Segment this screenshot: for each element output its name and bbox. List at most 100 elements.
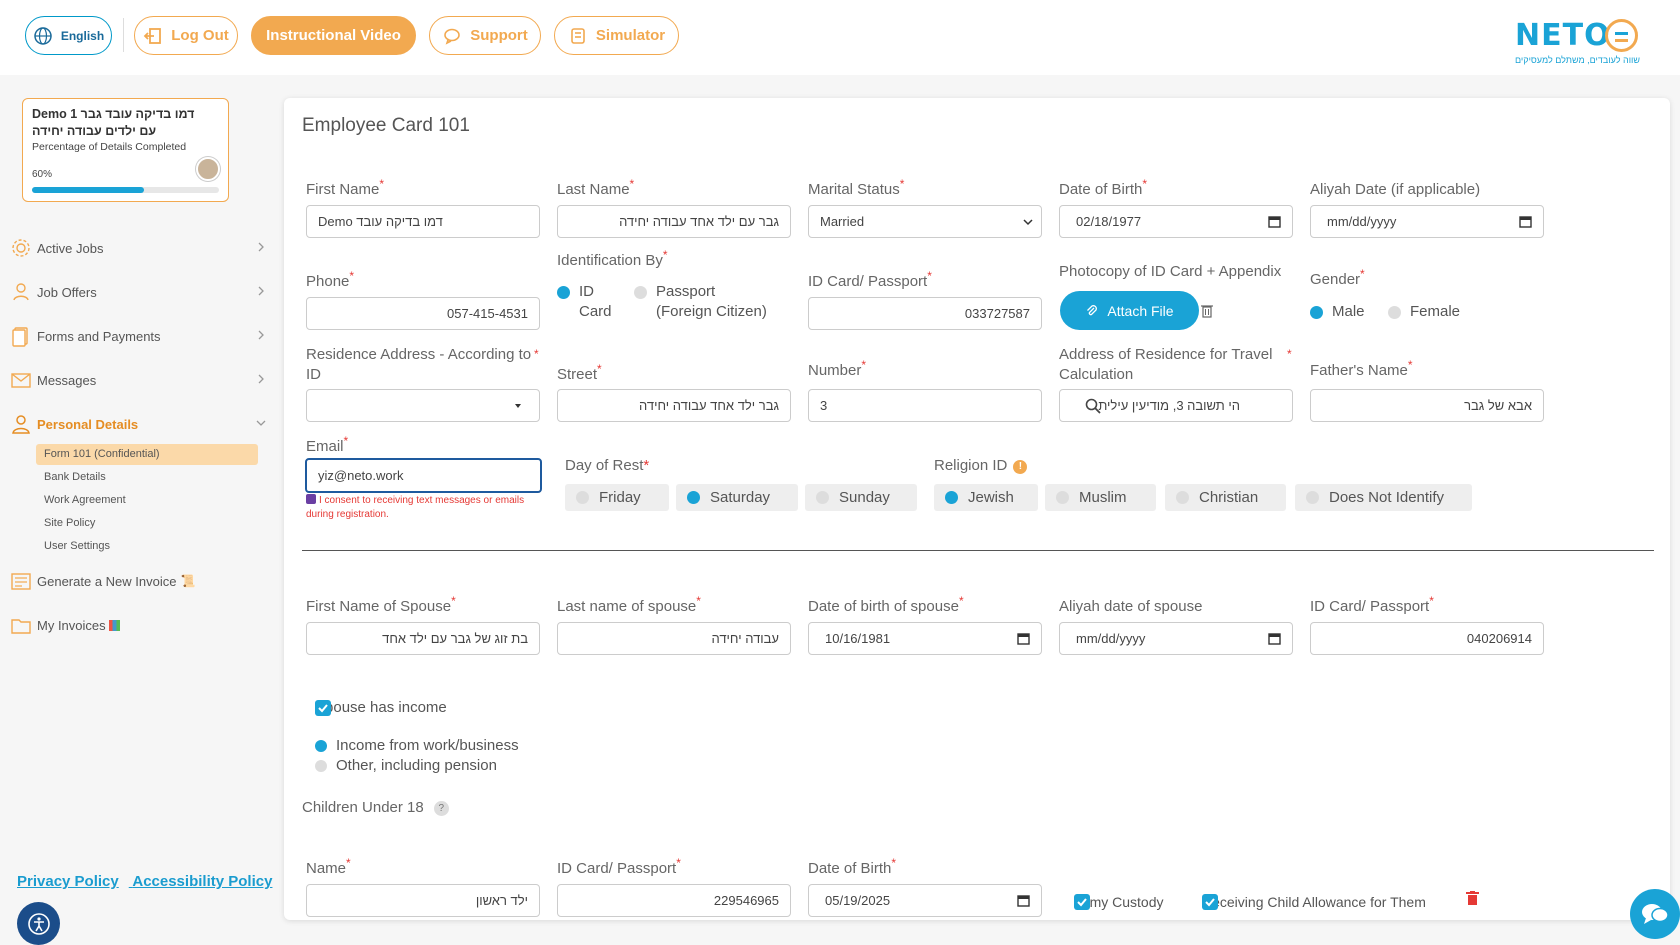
help-icon[interactable]: ? [433, 801, 449, 816]
spouse-first-name-input[interactable]: בת זוג של גבר עם ילד אחד [306, 622, 540, 655]
radio-dot [315, 760, 327, 772]
child-dob-label: Date of Birth* [808, 856, 897, 877]
aliyah-date-input[interactable]: mm/dd/yyyy [1310, 205, 1544, 238]
allowance-checkbox[interactable]: Receiving Child Allowance for Them [1202, 894, 1426, 910]
radio-label: Female [1410, 303, 1461, 320]
radio-dot-selected [315, 740, 327, 752]
trash-icon[interactable] [1200, 303, 1214, 318]
checkbox-checked [1074, 894, 1090, 910]
dob-value: 02/18/1977 [1076, 214, 1142, 229]
radio-passport[interactable]: Passport (Foreign Citizen) [634, 282, 774, 322]
option-label: Muslim [1079, 489, 1127, 506]
sidebar-item-forms-payments[interactable]: Forms and Payments [10, 321, 265, 351]
first-name-input[interactable]: Demo דמו בדיקה עובד [306, 205, 540, 238]
religion-option-none[interactable]: Does Not Identify [1295, 484, 1472, 511]
religion-option-muslim[interactable]: Muslim [1045, 484, 1156, 511]
child-id-input[interactable]: 229546965 [557, 884, 791, 917]
sidebar-item-label: Job Offers [37, 284, 97, 300]
spouse-last-name-input[interactable]: עבודה יחידה [557, 622, 791, 655]
radio-female[interactable]: Female [1388, 302, 1460, 322]
sidebar-subitem-user-settings[interactable]: User Settings [36, 536, 258, 557]
sidebar-item-job-offers[interactable]: Job Offers [10, 277, 265, 307]
consent-checkbox[interactable]: I consent to receiving text messages or … [306, 494, 531, 522]
radio-income-other[interactable]: Other, including pension [315, 756, 497, 776]
instructional-video-button[interactable]: Instructional Video [251, 16, 416, 55]
chevron-right-icon [258, 330, 264, 340]
custody-checkbox[interactable]: In my Custody [1074, 894, 1163, 910]
spouse-dob-input[interactable]: 10/16/1981 [808, 622, 1042, 655]
sidebar-item-messages[interactable]: Messages [10, 365, 265, 395]
radio-dot [634, 286, 647, 299]
chat-button[interactable] [1630, 889, 1680, 939]
search-icon [1085, 398, 1101, 414]
radio-male[interactable]: Male [1310, 302, 1365, 322]
sidebar-subitem-bank-details[interactable]: Bank Details [36, 467, 258, 488]
email-input[interactable]: yiz@neto.work [305, 458, 542, 493]
logout-button[interactable]: Log Out [134, 16, 238, 55]
simulator-button[interactable]: Simulator [554, 16, 679, 55]
check-icon [1077, 898, 1087, 907]
delete-child-icon[interactable] [1466, 891, 1479, 906]
info-icon[interactable]: ! [1013, 460, 1028, 474]
rest-option-saturday[interactable]: Saturday [676, 484, 798, 511]
checkbox-checked [315, 699, 331, 716]
religion-label: Religion ID! [934, 456, 1028, 476]
child-dob-input[interactable]: 05/19/2025 [808, 884, 1042, 917]
sidebar-item-label: Messages [37, 372, 97, 388]
required-marker: * [534, 347, 539, 361]
dob-input[interactable]: 02/18/1977 [1059, 205, 1293, 238]
phone-input[interactable]: 057-415-4531 [306, 297, 540, 330]
privacy-policy-link[interactable]: Privacy Policy [17, 873, 119, 890]
radio-dot-selected [945, 491, 958, 504]
calculator-icon [571, 27, 585, 44]
logo-mark-icon [1605, 19, 1638, 52]
street-input[interactable]: גבר ילד אחד עבודה יחידה [557, 389, 791, 422]
rest-option-sunday[interactable]: Sunday [805, 484, 917, 511]
sidebar-item-my-invoices[interactable]: My Invoices [10, 610, 265, 640]
last-name-input[interactable]: גבר עם ילד אחד עבודה יחידה [557, 205, 791, 238]
marital-status-select[interactable]: Married [808, 205, 1042, 238]
religion-option-christian[interactable]: Christian [1165, 484, 1286, 511]
spouse-id-input[interactable]: 040206914 [1310, 622, 1544, 655]
checkbox-label: Receiving Child Allowance for Them [1202, 894, 1426, 910]
chat-icon [1642, 904, 1669, 924]
sidebar-item-personal-details[interactable]: Personal Details [10, 409, 266, 439]
sidebar-subitem-site-policy[interactable]: Site Policy [36, 513, 258, 534]
support-button[interactable]: Support [429, 16, 541, 55]
accessibility-policy-link[interactable]: Accessibility Policy [132, 873, 272, 890]
sidebar-item-active-jobs[interactable]: Active Jobs [10, 233, 265, 263]
residence-select[interactable] [306, 389, 540, 422]
sidebar-subitem-work-agreement[interactable]: Work Agreement [36, 490, 258, 511]
details-completed-label: Percentage of Details Completed [32, 141, 187, 153]
spouse-income-checkbox[interactable]: Spouse has income [315, 699, 447, 716]
language-button[interactable]: English [25, 16, 112, 55]
sidebar-item-label: Forms and Payments [37, 328, 161, 344]
number-input[interactable]: 3 [808, 389, 1042, 422]
employee-card-panel: Employee Card 101 First Name* Demo דמו ב… [284, 98, 1670, 920]
first-name-label: First Name* [306, 177, 385, 198]
id-card-input[interactable]: 033727587 [808, 297, 1042, 330]
radio-dot [816, 491, 829, 504]
chat-bubble-icon [444, 28, 461, 45]
gender-label: Gender* [1310, 267, 1365, 288]
sidebar-item-new-invoice[interactable]: Generate a New Invoice 📜 [10, 566, 265, 596]
radio-dot [1306, 491, 1319, 504]
sidebar-subitem-form-101[interactable]: Form 101 (Confidential) [36, 444, 258, 465]
father-name-input[interactable]: אבא של גבר [1310, 389, 1544, 422]
consent-text: I consent to receiving text messages or … [306, 495, 525, 520]
radio-id-card[interactable]: ID Card [557, 282, 617, 322]
radio-income-work[interactable]: Income from work/business [315, 736, 519, 756]
rest-option-friday[interactable]: Friday [565, 484, 669, 511]
job-offer-icon [13, 283, 29, 301]
child-name-input[interactable]: ילד ראשון [306, 884, 540, 917]
attach-file-button[interactable]: Attach File [1060, 291, 1199, 330]
option-label: Christian [1199, 489, 1259, 506]
check-icon [1205, 898, 1215, 907]
spouse-aliyah-input[interactable]: mm/dd/yyyy [1059, 622, 1293, 655]
religion-option-jewish[interactable]: Jewish [934, 484, 1038, 511]
radio-label: Male [1332, 303, 1365, 320]
accessibility-button[interactable] [17, 902, 60, 945]
folder-icon [11, 619, 31, 634]
travel-address-input[interactable]: הי תשובה 3, מודיעין עילית [1059, 389, 1293, 422]
day-of-rest-label: Day of Rest* [565, 457, 650, 474]
